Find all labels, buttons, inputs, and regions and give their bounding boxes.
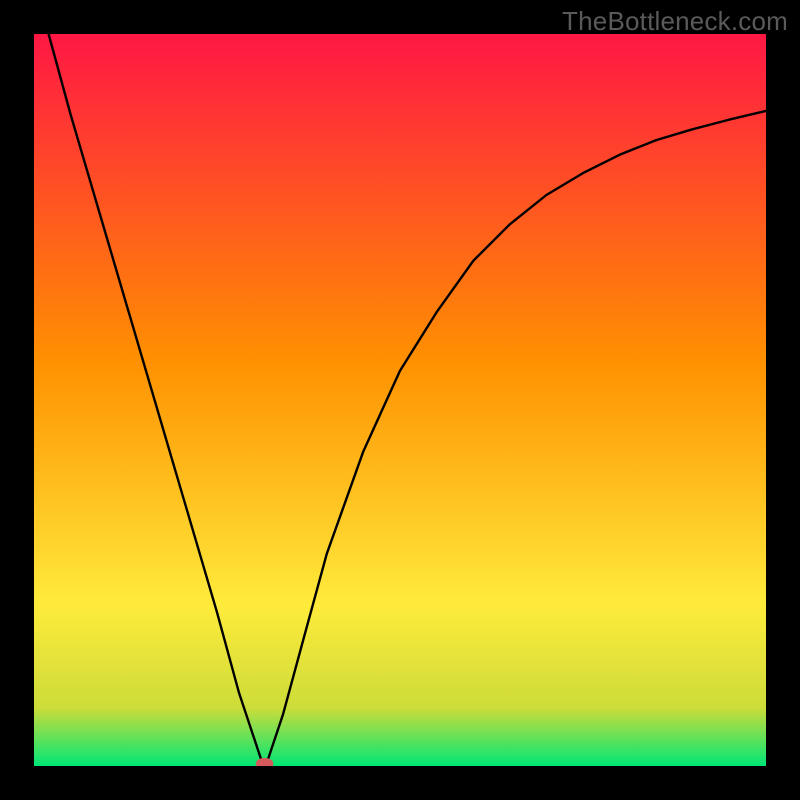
plot-background bbox=[34, 34, 766, 766]
chart-plot bbox=[34, 34, 766, 766]
chart-frame: TheBottleneck.com bbox=[0, 0, 800, 800]
watermark-text: TheBottleneck.com bbox=[562, 6, 788, 37]
